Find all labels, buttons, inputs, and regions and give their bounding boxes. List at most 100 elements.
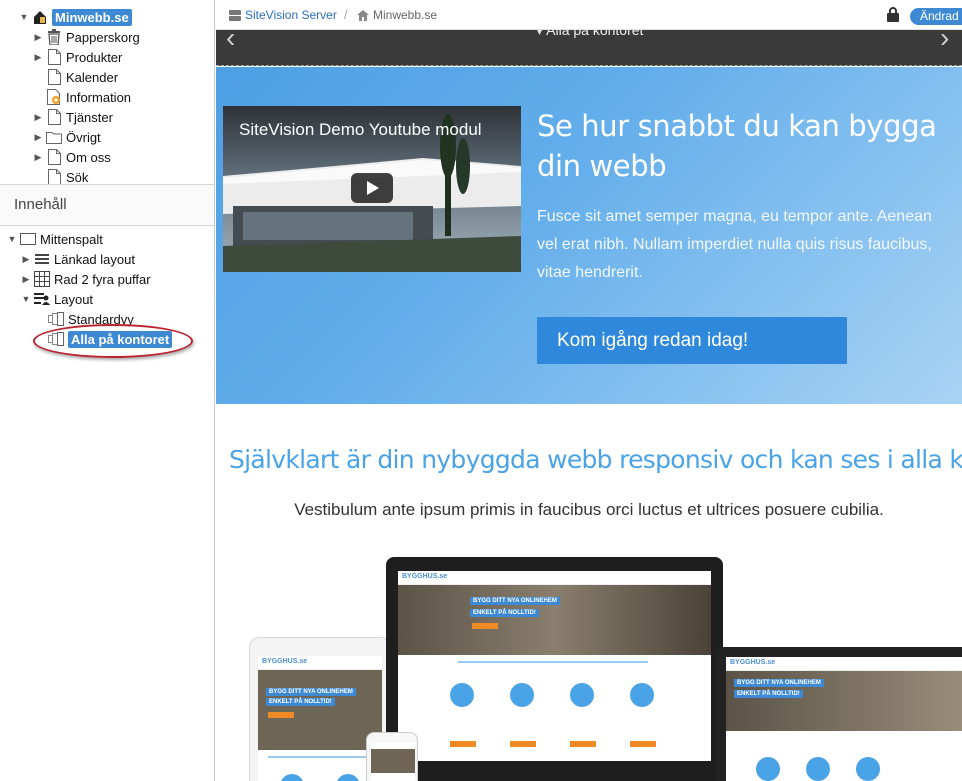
site-tree-item-label: Om oss: [66, 149, 111, 165]
desktop-screen: BYGGHUS.se BYGG DITT NYA ONLINEHEM ENKEL…: [398, 571, 711, 761]
video-player[interactable]: SiteVision Demo Youtube modul: [223, 106, 521, 272]
server-icon: [229, 9, 241, 21]
site-tree-item[interactable]: ▶ Övrigt: [32, 127, 101, 147]
expand-right-icon[interactable]: ▶: [32, 47, 44, 67]
site-tree-item-label: Sök: [66, 169, 89, 185]
desktop-mini-button: [570, 741, 596, 747]
desktop-site-header: BYGGHUS.se: [398, 571, 711, 585]
site-tree-item[interactable]: ▶ Produkter: [32, 47, 122, 67]
content-tree-item[interactable]: ▶ Rad 2 fyra puffar: [20, 269, 151, 289]
tablet-banner-2: ENKELT PÅ NOLLTID!: [266, 698, 335, 706]
video-title: SiteVision Demo Youtube modul: [239, 120, 482, 139]
expand-right-icon[interactable]: ▶: [20, 269, 32, 289]
tablet-circle-icon: [280, 774, 304, 781]
site-tree: ▼ Minwebb.se ▶ Papperskorg ▶ Produkter Kalende…: [0, 6, 214, 184]
desktop-mini-button: [472, 623, 498, 629]
desktop-mini-button: [510, 741, 536, 747]
edit-status-button[interactable]: Ändrad: [910, 8, 962, 25]
laptop-mockup: BYGGHUS.se BYGG DITT NYA ONLINEHEM ENKEL…: [716, 647, 962, 781]
play-button[interactable]: [351, 173, 393, 203]
tablet-circle-icon: [336, 774, 360, 781]
site-tree-item[interactable]: Kalender: [32, 67, 118, 87]
site-tree-item-label: Tjänster: [66, 109, 113, 125]
desktop-circle-icon: [450, 683, 474, 707]
expand-down-icon[interactable]: ▼: [6, 229, 18, 249]
content-tree-item[interactable]: ▶ Länkad layout: [20, 249, 135, 269]
linked-layout-icon: [34, 251, 50, 267]
site-icon: [32, 9, 48, 25]
content-panel-header[interactable]: Innehåll: [0, 184, 214, 226]
laptop-site-hero: BYGG DITT NYA ONLINEHEM ENKELT PÅ NOLLTI…: [726, 671, 962, 731]
breadcrumb-site[interactable]: Minwebb.se: [357, 8, 437, 22]
page-icon: [46, 49, 62, 65]
expand-down-icon[interactable]: ▼: [20, 289, 32, 309]
site-tree-item-label: Produkter: [66, 49, 123, 65]
breadcrumb-separator: /: [344, 7, 348, 22]
site-tree-item[interactable]: Sök: [32, 167, 88, 184]
hero-title: Se hur snabbt du kan bygga din webb: [537, 109, 937, 183]
page-icon: [46, 109, 62, 125]
phone-screen: [371, 743, 415, 781]
breadcrumb-server-label: SiteVision Server: [245, 8, 337, 22]
left-panel: ▼ Minwebb.se ▶ Papperskorg ▶ Produkter Kalende…: [0, 0, 215, 781]
site-tree-item-label: Övrigt: [66, 129, 101, 145]
laptop-screen: BYGGHUS.se BYGG DITT NYA ONLINEHEM ENKEL…: [726, 657, 962, 781]
expand-right-icon[interactable]: ▶: [32, 147, 44, 167]
highlight-annotation: [33, 324, 193, 358]
section-text: Vestibulum ante ipsum primis in faucibus…: [294, 500, 884, 519]
section-title: Självklart är din nybyggda webb responsi…: [229, 445, 962, 474]
page-icon: [46, 69, 62, 85]
content-tree-item[interactable]: ▼ Layout: [20, 289, 94, 309]
site-tree-item[interactable]: ▶ Om oss: [32, 147, 111, 167]
grid-icon: [34, 271, 50, 287]
breadcrumb-server[interactable]: SiteVision Server: [229, 8, 337, 22]
desktop-mini-button: [450, 741, 476, 747]
slider-next-icon[interactable]: ›: [940, 30, 949, 52]
tablet-banner-1: BYGG DITT NYA ONLINEHEM: [266, 688, 356, 696]
tablet-mini-text: [268, 756, 372, 758]
hero-section: SiteVision Demo Youtube modul Se hur sna…: [216, 67, 962, 404]
expand-down-icon[interactable]: ▼: [18, 7, 30, 27]
page-orange-icon: [46, 89, 62, 105]
expand-right-icon[interactable]: ▶: [32, 127, 44, 147]
desktop-mockup: BYGGHUS.se BYGG DITT NYA ONLINEHEM ENKEL…: [386, 557, 723, 781]
desktop-circle-icon: [510, 683, 534, 707]
content-tree-item-label: Mittenspalt: [40, 231, 103, 247]
content-tree-item-label: Rad 2 fyra puffar: [54, 271, 151, 287]
slider-prev-icon[interactable]: ‹: [226, 30, 235, 52]
folder-icon: [46, 129, 62, 145]
page-icon: [46, 149, 62, 165]
laptop-circle-icon: [856, 757, 880, 781]
content-tree-item-label: Layout: [54, 291, 94, 307]
desktop-site-hero: BYGG DITT NYA ONLINEHEM ENKELT PÅ NOLLTI…: [398, 585, 711, 655]
expand-right-icon[interactable]: ▶: [32, 107, 44, 127]
hero-text: Fusce sit amet semper magna, eu tempor a…: [537, 208, 932, 281]
site-tree-item[interactable]: ▶ Papperskorg: [32, 27, 140, 47]
expand-right-icon[interactable]: ▶: [20, 249, 32, 269]
expand-right-icon[interactable]: ▶: [32, 27, 44, 47]
lock-icon[interactable]: [887, 7, 899, 22]
phone-site-hero: [371, 749, 415, 773]
breadcrumb-site-label: Minwebb.se: [373, 8, 438, 22]
desktop-banner-2: ENKELT PÅ NOLLTID!: [470, 609, 539, 617]
tablet-site-header: BYGGHUS.se: [258, 656, 382, 670]
layout-icon: [34, 291, 50, 307]
content-tree-item-label: Länkad layout: [54, 251, 135, 267]
desktop-mini-button: [630, 741, 656, 747]
site-tree-item[interactable]: ▶ Tjänster: [32, 107, 113, 127]
phone-mockup: [366, 732, 418, 781]
site-tree-item[interactable]: ▼ Minwebb.se: [18, 7, 132, 27]
site-tree-item[interactable]: Information: [32, 87, 131, 107]
site-tree-item-label: Kalender: [66, 69, 119, 85]
tablet-screen: BYGGHUS.se BYGG DITT NYA ONLINEHEM ENKEL…: [258, 656, 382, 781]
content-panel-title: Innehåll: [14, 196, 67, 213]
content-tree-item[interactable]: ▼ Mittenspalt: [6, 229, 103, 249]
laptop-banner-1: BYGG DITT NYA ONLINEHEM: [734, 679, 824, 687]
cta-button[interactable]: Kom igång redan idag!: [537, 317, 847, 364]
laptop-site-header: BYGGHUS.se: [726, 657, 962, 671]
laptop-circle-icon: [806, 757, 830, 781]
site-tree-item-label: Minwebb.se: [52, 8, 132, 26]
